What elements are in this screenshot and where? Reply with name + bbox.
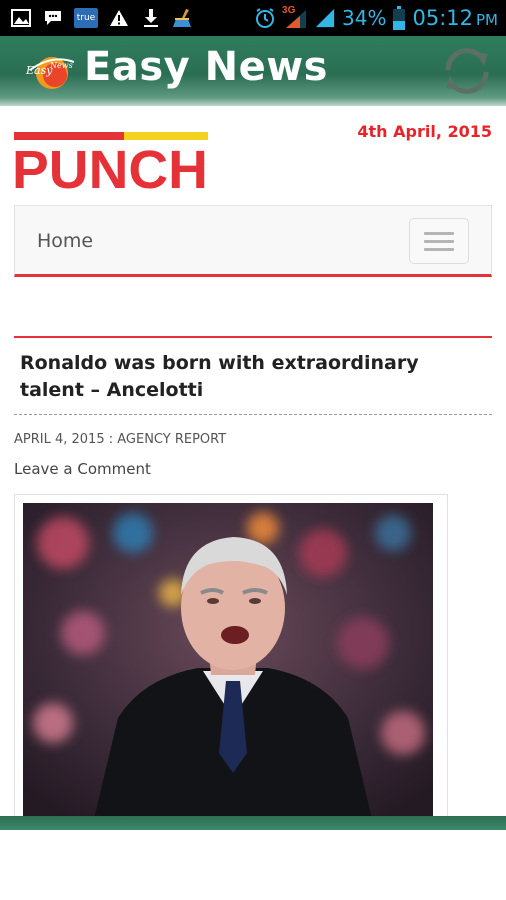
svg-text:PUNCH: PUNCH	[14, 140, 208, 192]
svg-text:News: News	[49, 61, 73, 70]
article-divider	[14, 336, 492, 338]
date-label: 4th April, 2015	[357, 122, 492, 141]
leave-comment-link[interactable]: Leave a Comment	[14, 460, 151, 478]
network-type-label: 3G	[282, 5, 296, 16]
article-image-frame	[14, 494, 448, 824]
article-meta: APRIL 4, 2015 : AGENCY REPORT	[14, 432, 227, 447]
refresh-button[interactable]	[438, 42, 496, 100]
site-navbar: Home	[14, 205, 492, 277]
system-status: 3G 34% 05:12 PM	[254, 4, 498, 32]
article-headline[interactable]: Ronaldo was born with extraordinary tale…	[20, 350, 480, 404]
warning-icon	[108, 7, 130, 29]
app-bottom-bar	[0, 816, 506, 830]
status-bar: true 3G 34% 05:12 PM	[0, 0, 506, 36]
bottom-area	[0, 830, 506, 900]
refresh-icon	[445, 48, 489, 94]
app-logo: Easy News	[22, 48, 78, 92]
nav-home-link[interactable]: Home	[37, 230, 93, 252]
article-photo[interactable]	[23, 503, 433, 823]
hamburger-icon-bar	[424, 239, 454, 243]
app-header: Easy News Easy News	[0, 36, 506, 106]
hamburger-icon-bar	[424, 231, 454, 235]
download-icon	[140, 7, 162, 29]
screen: true 3G 34% 05:12 PM Easy News Easy News…	[0, 0, 506, 900]
svg-text:Easy: Easy	[25, 64, 53, 77]
chat-icon	[42, 7, 64, 29]
cleaner-icon	[172, 7, 194, 29]
signal-icon	[314, 7, 336, 29]
signal-3g-icon: 3G	[282, 5, 308, 29]
clock: 05:12 PM	[412, 6, 498, 30]
battery-percent: 34%	[342, 6, 387, 30]
clock-time: 05:12	[412, 6, 473, 30]
true-app-icon: true	[74, 8, 98, 28]
punch-logo[interactable]: PUNCH	[12, 132, 208, 200]
hamburger-icon-bar	[424, 247, 454, 251]
app-title: Easy News	[84, 44, 328, 90]
menu-toggle-button[interactable]	[409, 218, 469, 264]
clock-ampm: PM	[476, 11, 498, 29]
battery-icon	[392, 6, 406, 30]
headline-divider	[14, 414, 492, 415]
notification-icons: true	[10, 6, 194, 30]
gallery-icon	[10, 7, 32, 29]
alarm-icon	[254, 7, 276, 29]
